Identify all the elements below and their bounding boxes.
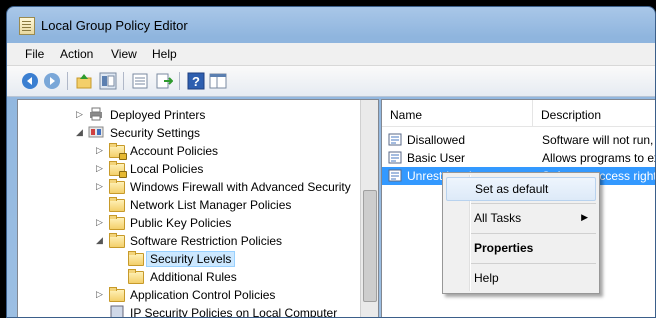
menu-separator	[471, 233, 596, 234]
folder-icon	[109, 179, 125, 194]
expand-arrow-icon[interactable]: ▷	[96, 164, 104, 173]
tree-item-label: Local Policies	[130, 162, 204, 176]
menu-item-set-as-default[interactable]: Set as default	[446, 177, 596, 201]
expand-arrow-icon[interactable]: ▷	[96, 218, 104, 227]
toolbar: ?	[7, 66, 655, 97]
scrollbar-thumb[interactable]	[363, 190, 377, 302]
svg-text:?: ?	[192, 74, 200, 89]
expand-arrow-icon[interactable]: ▷	[96, 146, 104, 155]
folder-icon	[109, 287, 125, 302]
column-header-label: Name	[390, 108, 423, 122]
menu-item-label: Properties	[474, 241, 534, 255]
tree-item-label: Application Control Policies	[130, 288, 276, 302]
tree-scrollbar[interactable]	[360, 100, 378, 317]
collapse-arrow-icon[interactable]: ◢	[96, 236, 104, 245]
title-bar: Local Group Policy Editor	[7, 7, 655, 43]
security-settings-icon	[88, 126, 104, 138]
toolbar-separator	[123, 72, 124, 90]
menu-item-label: All Tasks	[474, 211, 522, 225]
folder-icon	[109, 197, 125, 212]
menu-item-all-tasks[interactable]: All Tasks ▶	[446, 207, 596, 229]
back-arrow-icon[interactable]	[21, 72, 39, 90]
list-row-basic-user[interactable]: Basic User Allows programs to exe	[382, 149, 656, 167]
list-row-description: Allows programs to exe	[542, 151, 656, 165]
policy-editor-icon	[19, 17, 35, 35]
collapse-arrow-icon[interactable]: ◢	[76, 128, 84, 137]
menu-item-help[interactable]: Help	[446, 267, 596, 289]
tree-item-label: Software Restriction Policies	[130, 234, 283, 248]
security-level-icon	[388, 151, 402, 164]
export-list-icon[interactable]	[155, 72, 173, 90]
tree-pane[interactable]: ▷ Deployed Printers ◢ Security Settings …	[17, 99, 379, 318]
folder-icon	[128, 269, 144, 284]
menu-item-properties[interactable]: Properties	[446, 237, 596, 259]
tree-item-label: Additional Rules	[150, 270, 237, 284]
window-title: Local Group Policy Editor	[41, 18, 188, 33]
tree-item-label: IP Security Policies on Local Computer	[130, 306, 338, 318]
menu-view[interactable]: View	[111, 47, 137, 61]
tree-item-label: Account Policies	[130, 144, 219, 158]
menu-item-label: Help	[474, 271, 499, 285]
expand-arrow-icon[interactable]: ▷	[96, 182, 104, 191]
tree-item-label: Security Levels	[145, 251, 236, 267]
up-folder-icon[interactable]	[75, 72, 93, 90]
tree-item-windows-firewall[interactable]: ▷ Windows Firewall with Advanced Securit…	[18, 178, 378, 196]
expand-arrow-icon[interactable]: ▷	[96, 290, 104, 299]
menu-item-label: Set as default	[475, 182, 549, 196]
tree-item-account-policies[interactable]: ▷ Account Policies	[18, 142, 378, 160]
list-row-name: Disallowed	[407, 133, 466, 147]
tree-item-security-levels[interactable]: Security Levels	[18, 250, 378, 268]
printer-icon	[90, 107, 102, 121]
context-menu: Set as default All Tasks ▶ Properties He…	[442, 172, 600, 294]
tree-item-application-control-policies[interactable]: ▷ Application Control Policies	[18, 286, 378, 304]
tree-item-label: Security Settings	[110, 126, 201, 140]
tree-item-ip-security-policies[interactable]: IP Security Policies on Local Computer	[18, 304, 378, 318]
tree-item-additional-rules[interactable]: Additional Rules	[18, 268, 378, 286]
toolbar-separator	[67, 72, 68, 90]
list-row-name: Basic User	[407, 151, 466, 165]
column-header-description[interactable]: Description	[533, 100, 655, 127]
tree-item-label: Windows Firewall with Advanced Security	[130, 180, 351, 194]
list-row-description: Software will not run, r	[542, 133, 656, 147]
menu-help[interactable]: Help	[152, 47, 177, 61]
list-row-disallowed[interactable]: Disallowed Software will not run, r	[382, 131, 656, 149]
forward-arrow-icon[interactable]	[43, 72, 61, 90]
properties-icon[interactable]	[131, 72, 149, 90]
tree-item-label: Network List Manager Policies	[130, 198, 292, 212]
ip-security-icon	[110, 305, 124, 317]
tree-item-deployed-printers[interactable]: ▷ Deployed Printers	[18, 106, 378, 124]
tree-item-public-key-policies[interactable]: ▷ Public Key Policies	[18, 214, 378, 232]
menu-bar: File Action View Help	[7, 43, 655, 66]
menu-file[interactable]: File	[25, 47, 44, 61]
security-level-icon	[388, 133, 402, 146]
column-header-label: Description	[541, 108, 602, 122]
submenu-arrow-icon: ▶	[581, 212, 588, 222]
tree-item-software-restriction-policies[interactable]: ◢ Software Restriction Policies	[18, 232, 378, 250]
expand-arrow-icon[interactable]: ▷	[76, 110, 84, 119]
show-hide-tree-icon[interactable]	[99, 72, 117, 90]
tree-item-local-policies[interactable]: ▷ Local Policies	[18, 160, 378, 178]
menu-separator	[471, 203, 596, 204]
column-header-name[interactable]: Name	[382, 100, 533, 127]
folder-lock-icon	[109, 161, 127, 178]
menu-action[interactable]: Action	[60, 47, 93, 61]
folder-icon	[109, 233, 125, 248]
help-icon[interactable]: ?	[187, 72, 205, 90]
toolbar-separator	[179, 72, 180, 90]
tree-item-label: Deployed Printers	[110, 108, 206, 122]
folder-icon	[109, 215, 125, 230]
folder-icon	[128, 251, 144, 266]
tree-item-network-list-manager[interactable]: Network List Manager Policies	[18, 196, 378, 214]
show-pane-icon[interactable]	[209, 72, 227, 90]
tree-item-label: Public Key Policies	[130, 216, 232, 230]
security-level-icon	[388, 169, 402, 182]
menu-separator	[471, 263, 596, 264]
folder-lock-icon	[109, 143, 127, 160]
tree-item-security-settings[interactable]: ◢ Security Settings	[18, 124, 378, 142]
